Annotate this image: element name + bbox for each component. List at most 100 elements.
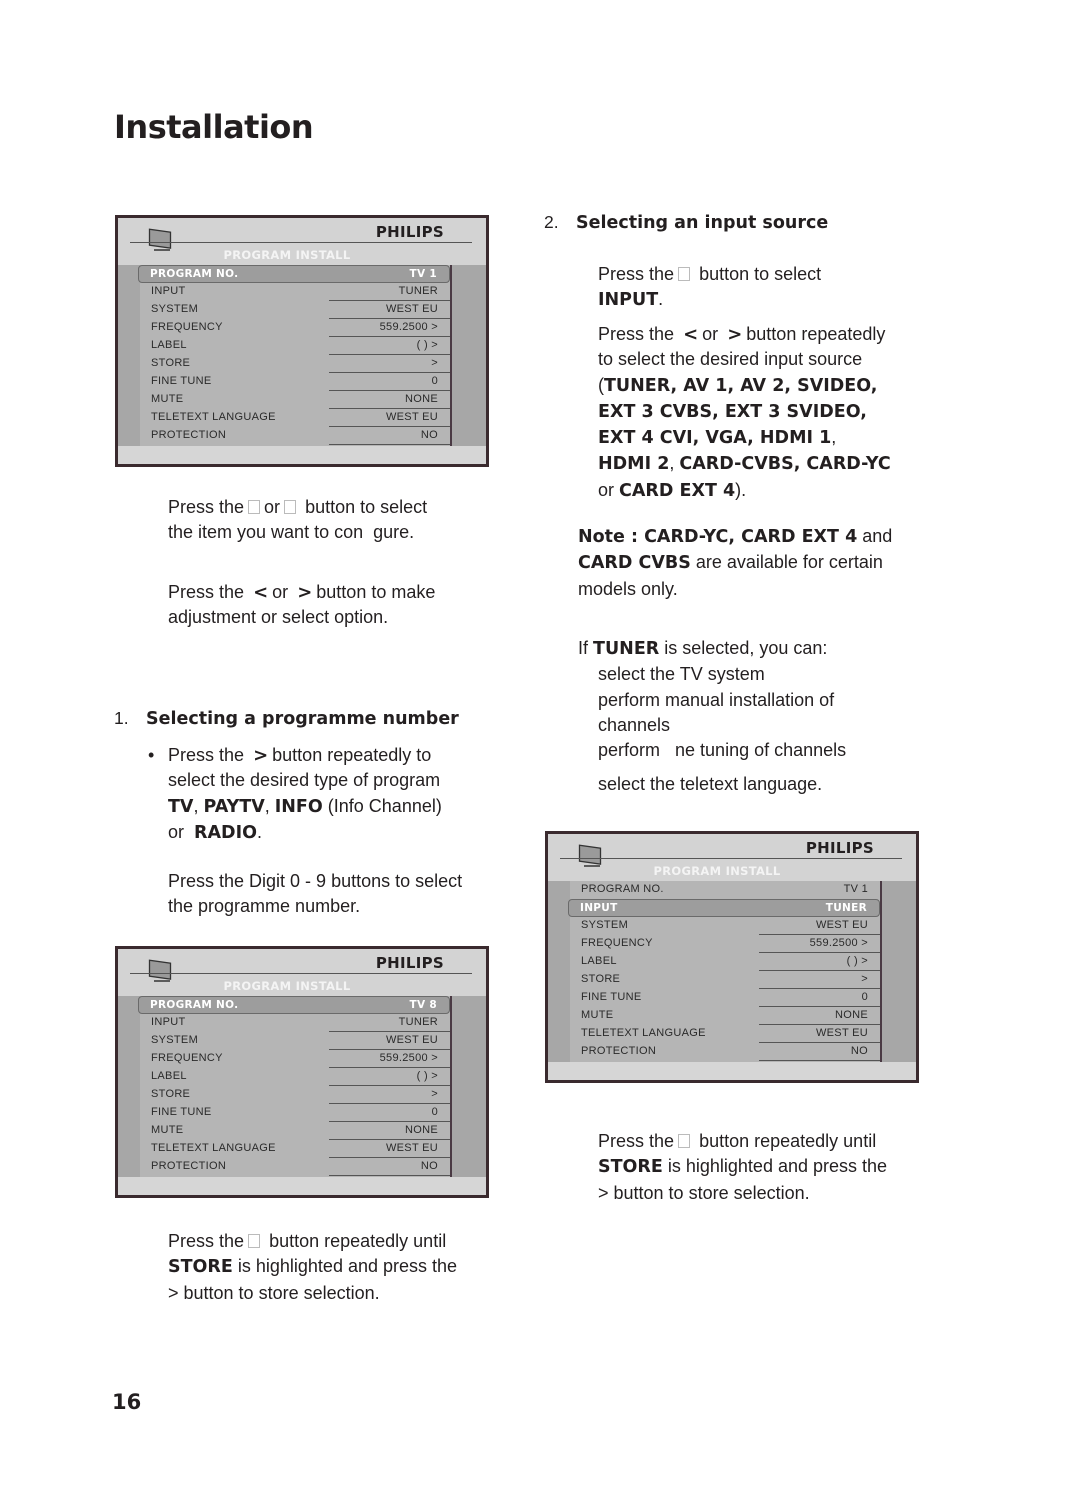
instruction-input-sources: Press the < or > button repeatedly to sele… xyxy=(598,324,891,501)
menu-item-value: 0 xyxy=(861,991,868,1003)
menu-item-label: INPUT xyxy=(151,1016,186,1028)
menu-item-input[interactable]: INPUT TUNER xyxy=(140,1014,450,1032)
menu-item-label: STORE xyxy=(151,357,191,369)
menu-item-protection[interactable]: PROTECTION NO xyxy=(140,1158,450,1176)
menu-item-input[interactable]: INPUT TUNER xyxy=(568,899,880,917)
menu-item-program-no[interactable]: PROGRAM NO. TV 8 xyxy=(138,996,450,1014)
menu-footer xyxy=(118,446,486,464)
menu-item-label: FINE TUNE xyxy=(151,375,212,387)
menu-item-mute[interactable]: MUTE NONE xyxy=(140,1122,450,1140)
value-underline xyxy=(759,1060,880,1061)
menu-item-value: TUNER xyxy=(398,285,438,297)
menu-item-value: WEST EU xyxy=(385,411,438,423)
menu-item-value: ( ) > xyxy=(846,955,868,967)
philips-logo: PHILIPS xyxy=(375,223,444,241)
menu-item-value: NO xyxy=(850,1045,868,1057)
tuner-option: perform ne tuning of channels xyxy=(598,740,847,761)
tuner-option: select the TV system xyxy=(598,664,765,685)
menu-item-value: > xyxy=(431,357,438,369)
menu-item-label: PROTECTION xyxy=(151,429,227,441)
section-2-heading: 2. Selecting an input source xyxy=(544,212,829,233)
menu-item-label: TELETEXT LANGUAGE xyxy=(151,1142,276,1154)
menu-item-value: TV 8 xyxy=(409,999,437,1011)
menu-item-system[interactable]: SYSTEM WEST EU xyxy=(570,917,880,935)
left-arrow-icon: < xyxy=(683,324,699,345)
menu-item-protection[interactable]: PROTECTION NO xyxy=(140,427,450,445)
menu-item-value: WEST EU xyxy=(385,1034,438,1046)
menu-item-teletext-language[interactable]: TELETEXT LANGUAGE WEST EU xyxy=(140,1140,450,1158)
menu-item-label: FREQUENCY xyxy=(151,321,223,333)
menu-item-input[interactable]: INPUT TUNER xyxy=(140,283,450,301)
menu-item-value: 559.2500 > xyxy=(809,937,868,949)
menu-item-label: PROGRAM NO. xyxy=(581,883,664,895)
tuner-options: If TUNER is selected, you can: select th… xyxy=(578,636,948,798)
bullet-icon: • xyxy=(148,745,155,765)
menu-item-value: NO xyxy=(420,1160,438,1172)
menu-item-label: INPUT xyxy=(580,902,618,914)
menu-item-store[interactable]: STORE > xyxy=(140,355,450,373)
menu-item-value: TUNER xyxy=(398,1016,438,1028)
instruction-adjust: Press the < or > button to make adjustment… xyxy=(168,582,436,628)
down-button-icon xyxy=(248,1234,261,1248)
menu-item-teletext-language[interactable]: TELETEXT LANGUAGE WEST EU xyxy=(570,1025,880,1043)
menu-item-label[interactable]: LABEL ( ) > xyxy=(140,337,450,355)
philips-logo: PHILIPS xyxy=(805,839,874,857)
menu-item-label: STORE xyxy=(151,1088,191,1100)
menu-item-mute[interactable]: MUTE NONE xyxy=(140,391,450,409)
menu-item-program-no[interactable]: PROGRAM NO. TV 1 xyxy=(570,881,880,899)
menu-item-label[interactable]: LABEL ( ) > xyxy=(570,953,880,971)
philips-logo: PHILIPS xyxy=(375,954,444,972)
menu-item-value: TUNER xyxy=(825,902,867,914)
menu-item-label: SYSTEM xyxy=(151,1034,199,1046)
menu-item-value: WEST EU xyxy=(815,1027,868,1039)
menu-item-store[interactable]: STORE > xyxy=(570,971,880,989)
menu-item-label: INPUT xyxy=(151,285,186,297)
menu-item-value: ( ) > xyxy=(416,339,438,351)
menu-item-teletext-language[interactable]: TELETEXT LANGUAGE WEST EU xyxy=(140,409,450,427)
menu-item-label: LABEL xyxy=(151,1070,187,1082)
menu-item-frequency[interactable]: FREQUENCY 559.2500 > xyxy=(570,935,880,953)
menu-item-value: 0 xyxy=(431,1106,438,1118)
menu-item-label: LABEL xyxy=(151,339,187,351)
menu-item-value: WEST EU xyxy=(815,919,868,931)
menu-footer xyxy=(548,1062,916,1080)
value-underline xyxy=(329,444,450,445)
menu-item-value: > xyxy=(431,1088,438,1100)
menu-item-label: PROTECTION xyxy=(151,1160,227,1172)
header-divider xyxy=(130,242,472,243)
menu-item-label[interactable]: LABEL ( ) > xyxy=(140,1068,450,1086)
menu-item-fine-tune[interactable]: FINE TUNE 0 xyxy=(570,989,880,1007)
menu-item-label: FREQUENCY xyxy=(581,937,653,949)
right-arrow-icon: > xyxy=(253,745,269,766)
menu-list: PROGRAM NO. TV 1 INPUT TUNER SYSTEM WEST EU FR… xyxy=(568,881,882,1065)
menu-item-label: FINE TUNE xyxy=(581,991,642,1003)
program-install-menu-2: PHILIPS PROGRAM INSTALL PROGRAM NO. TV 8 INP… xyxy=(115,946,489,1198)
program-install-menu-1: PHILIPS PROGRAM INSTALL PROGRAM NO. TV 1 INP… xyxy=(115,215,489,467)
menu-item-fine-tune[interactable]: FINE TUNE 0 xyxy=(140,1104,450,1122)
menu-item-fine-tune[interactable]: FINE TUNE 0 xyxy=(140,373,450,391)
menu-item-mute[interactable]: MUTE NONE xyxy=(570,1007,880,1025)
menu-item-value: > xyxy=(861,973,868,985)
left-arrow-icon: < xyxy=(253,582,269,603)
menu-item-protection[interactable]: PROTECTION NO xyxy=(570,1043,880,1061)
menu-item-store[interactable]: STORE > xyxy=(140,1086,450,1104)
menu-item-value: NONE xyxy=(405,393,438,405)
menu-item-frequency[interactable]: FREQUENCY 559.2500 > xyxy=(140,319,450,337)
menu-item-system[interactable]: SYSTEM WEST EU xyxy=(140,1032,450,1050)
menu-list: PROGRAM NO. TV 1 INPUT TUNER SYSTEM WEST EU FR… xyxy=(138,265,452,449)
tuner-option: perform manual installation of xyxy=(598,689,835,710)
menu-item-value: 559.2500 > xyxy=(379,321,438,333)
menu-item-value: ( ) > xyxy=(416,1070,438,1082)
menu-item-label: TELETEXT LANGUAGE xyxy=(581,1027,706,1039)
menu-item-label: FINE TUNE xyxy=(151,1106,212,1118)
note-card-models: Note : CARD-YC, CARD EXT 4 and CARD CVBS… xyxy=(578,526,893,599)
instruction-select-item: Press the or button to select the item yo… xyxy=(168,497,428,543)
menu-item-label: LABEL xyxy=(581,955,617,967)
menu-item-value: WEST EU xyxy=(385,303,438,315)
right-arrow-icon: > xyxy=(727,324,743,345)
page-number: 16 xyxy=(112,1390,142,1414)
menu-item-program-no[interactable]: PROGRAM NO. TV 1 xyxy=(138,265,450,283)
menu-item-frequency[interactable]: FREQUENCY 559.2500 > xyxy=(140,1050,450,1068)
menu-item-system[interactable]: SYSTEM WEST EU xyxy=(140,301,450,319)
menu-item-label: PROTECTION xyxy=(581,1045,657,1057)
